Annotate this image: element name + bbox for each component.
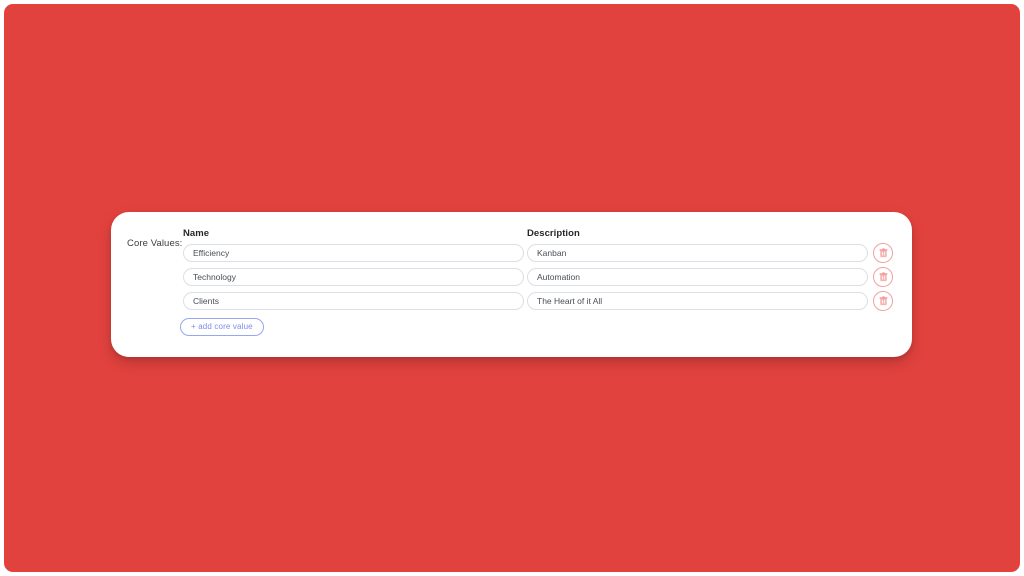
core-value-name-input[interactable] [183, 268, 524, 286]
core-value-row [183, 243, 900, 268]
column-header-name: Name [183, 228, 210, 239]
core-value-row [183, 291, 900, 316]
delete-core-value-button[interactable] [873, 267, 893, 287]
core-value-name-input[interactable] [183, 292, 524, 310]
add-core-value-button[interactable]: + add core value [180, 318, 264, 336]
core-values-card: Core Values: Name Description Efficiency… [111, 212, 912, 357]
add-row: + add core value [180, 318, 900, 340]
delete-core-value-button[interactable] [873, 243, 893, 263]
core-values-grid: Name Description Efficiency Kanban Techn… [180, 228, 900, 347]
trash-icon [878, 248, 888, 258]
trash-icon [878, 272, 888, 282]
core-value-description-input[interactable] [527, 244, 868, 262]
screenshot-root: Core Values: Name Description Efficiency… [0, 0, 1024, 576]
core-value-row [183, 267, 900, 292]
trash-icon [878, 296, 888, 306]
core-value-description-input[interactable] [527, 268, 868, 286]
column-header-row: Name Description [183, 228, 900, 244]
delete-core-value-button[interactable] [873, 291, 893, 311]
core-value-name-input[interactable] [183, 244, 524, 262]
column-header-description: Description [527, 228, 580, 239]
core-value-description-input[interactable] [527, 292, 868, 310]
